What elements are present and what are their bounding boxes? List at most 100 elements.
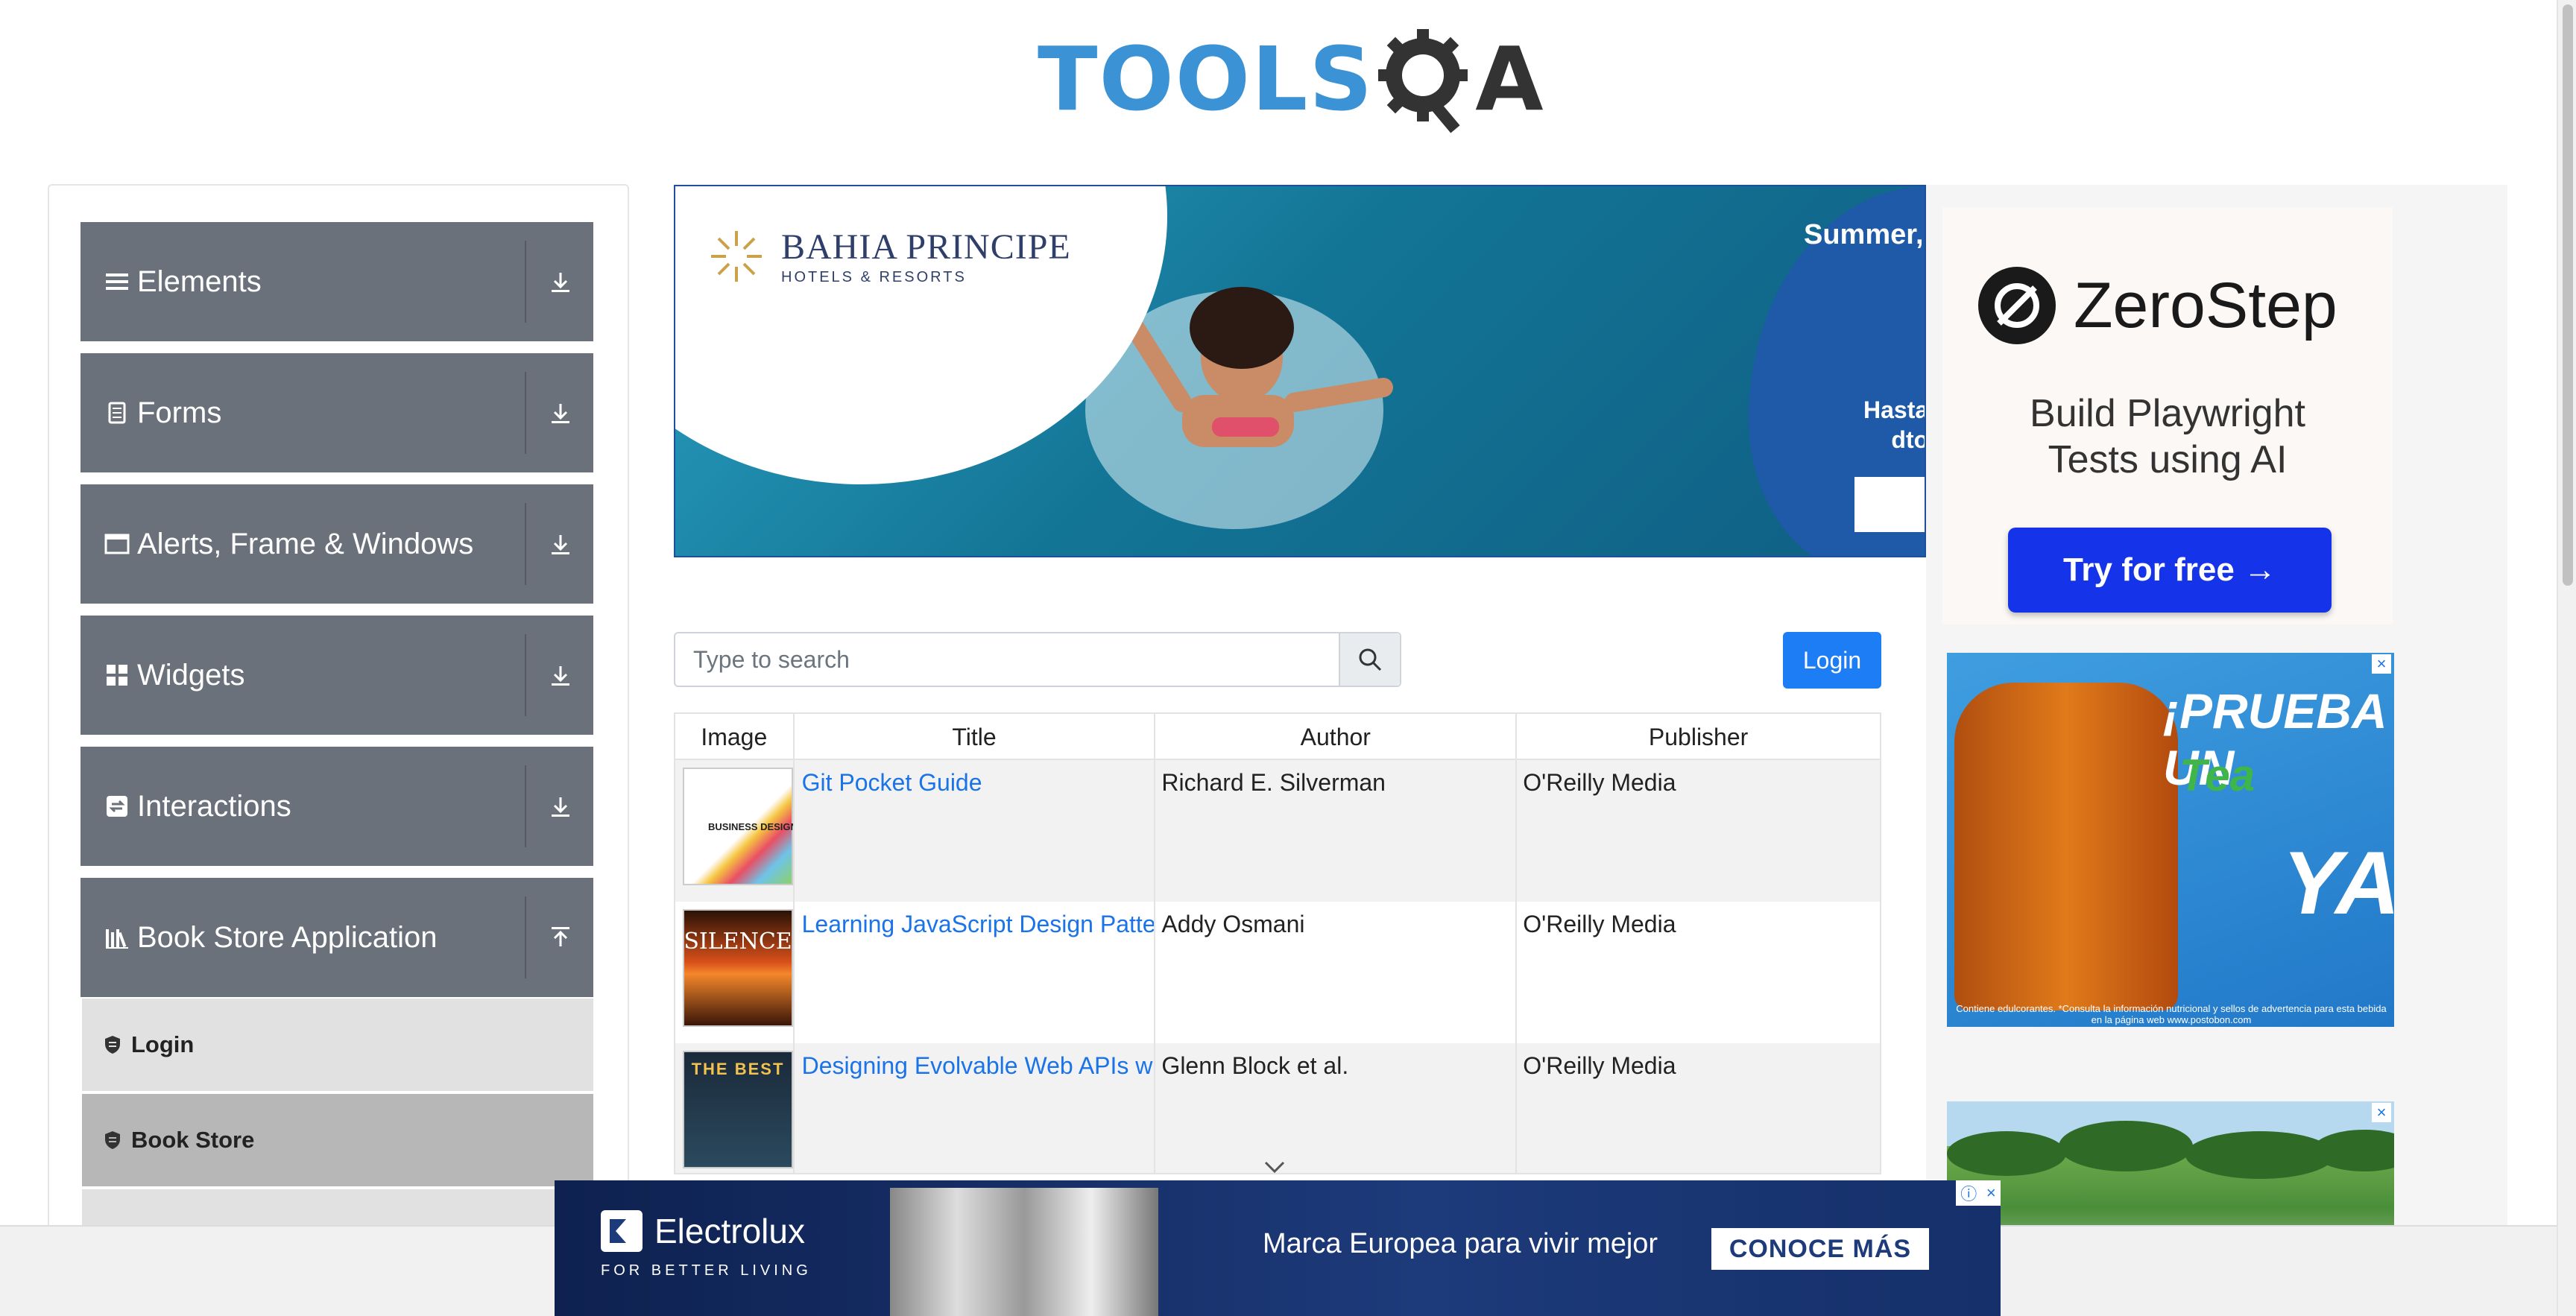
window-icon	[104, 531, 130, 557]
logo-tools-text: TOOLS	[1038, 28, 1374, 130]
refrigerator-image	[890, 1188, 1158, 1316]
shield-icon	[104, 1130, 121, 1150]
books-table: Image Title Author Publisher BUSINESS DE…	[674, 712, 1881, 1174]
close-icon[interactable]: ×	[2372, 1103, 2391, 1122]
sidebar-item-label: Book Store	[131, 1127, 255, 1153]
banner-brand: BAHIA PRINCIPE	[781, 227, 1071, 267]
sidebar-item-label: Login	[131, 1031, 195, 1057]
divider	[525, 765, 526, 847]
sidebar-group-alerts[interactable]: Alerts, Frame & Windows	[80, 484, 593, 604]
ad-choices-close[interactable]: ⓘ ×	[1956, 1180, 2001, 1206]
electrolux-sub: FOR BETTER LIVING	[601, 1262, 812, 1279]
scrollbar-thumb[interactable]	[2563, 4, 2573, 586]
toolsqa-logo[interactable]: TOOLS A	[1038, 19, 1544, 139]
sidebar-group-forms[interactable]: Forms	[80, 353, 593, 472]
shield-icon	[104, 1035, 121, 1054]
zerostep-icon	[1978, 267, 2056, 344]
arrow-down-icon[interactable]	[547, 531, 574, 557]
column-header-image[interactable]: Image	[675, 714, 795, 760]
banner-offer-line1: Hasta	[1863, 396, 1926, 423]
sidebar: Elements Forms Alerts, Frame & Windows W…	[48, 184, 629, 1302]
page-scrollbar[interactable]	[2557, 0, 2576, 1316]
prueba-tea-ad[interactable]: ¡PRUEBA UN Tea YA! Contiene edulcorantes…	[1947, 653, 2394, 1027]
book-publisher-cell: O'Reilly Media	[1523, 1052, 1676, 1079]
close-icon[interactable]: ×	[2372, 654, 2391, 674]
book-publisher-cell: O'Reilly Media	[1523, 911, 1676, 937]
book-title-link[interactable]: Learning JavaScript Design Patte	[802, 911, 1155, 937]
sidebar-item-login[interactable]: Login	[82, 999, 593, 1091]
bahia-principe-banner-ad[interactable]: BAHIA PRINCIPE HOTELS & RESORTS Summer, …	[674, 185, 1926, 557]
grid-icon	[104, 662, 130, 688]
sidebar-group-interactions[interactable]: Interactions	[80, 747, 593, 866]
book-title-cell: Learning JavaScript Design Patte	[795, 902, 1156, 1043]
book-author-cell: Addy Osmani	[1155, 902, 1518, 1043]
book-author-cell: Richard E. Silverman	[1155, 760, 1518, 902]
hamburger-icon	[104, 269, 130, 294]
search-input[interactable]	[675, 633, 1339, 686]
book-cover-image: BUSINESS DESIGN	[683, 768, 793, 885]
column-header-title[interactable]: Title	[795, 714, 1156, 760]
divider	[525, 241, 526, 323]
search-box	[674, 632, 1401, 687]
table-row: BUSINESS DESIGN Git Pocket Guide Richard…	[675, 760, 1880, 902]
sidebar-item-book-store[interactable]: Book Store	[82, 1094, 593, 1186]
book-publisher-cell: O'Reilly Media	[1523, 769, 1676, 796]
column-header-publisher[interactable]: Publisher	[1517, 714, 1880, 760]
zerostep-name: ZeroStep	[2074, 269, 2337, 341]
divider	[525, 896, 526, 978]
book-title-link[interactable]: Designing Evolvable Web APIs wi	[802, 1052, 1155, 1079]
book-cover-text: BUSINESS DESIGN	[708, 820, 795, 832]
book-title-cell: Git Pocket Guide	[795, 760, 1156, 902]
close-icon[interactable]: ×	[1986, 1183, 1996, 1203]
search-button[interactable]	[1339, 633, 1400, 686]
interactions-icon	[104, 794, 130, 819]
divider	[525, 372, 526, 454]
arrow-down-icon[interactable]	[547, 399, 574, 426]
zerostep-tagline-2: Tests using AI	[2048, 438, 2288, 481]
prueba-ad-fineprint: Contiene edulcorantes. *Consulta la info…	[1956, 1003, 2387, 1025]
divider	[525, 634, 526, 716]
sidebar-group-label: Alerts, Frame & Windows	[137, 527, 474, 560]
sidebar-group-label: Forms	[137, 396, 222, 429]
zerostep-tagline-1: Build Playwright	[2030, 392, 2305, 435]
tea-bottle-image	[1954, 683, 2178, 1010]
table-row: SILENCE Learning JavaScript Design Patte…	[675, 902, 1880, 1043]
banner-offer-text: Hasta dto	[1863, 395, 1926, 455]
table-row: THE BEST Designing Evolvable Web APIs wi…	[675, 1043, 1880, 1173]
prueba-ad-line3: YA!	[2282, 833, 2394, 933]
zerostep-tagline: Build Playwright Tests using AI	[1942, 390, 2393, 483]
arrow-down-icon[interactable]	[547, 268, 574, 295]
arrow-down-icon[interactable]	[547, 662, 574, 689]
electrolux-logo: Electrolux	[599, 1209, 805, 1253]
book-title-link[interactable]: Git Pocket Guide	[802, 769, 982, 796]
sidebar-group-widgets[interactable]: Widgets	[80, 616, 593, 735]
chevron-down-icon[interactable]	[1263, 1157, 1287, 1177]
book-cover-text: SILENCE	[684, 929, 792, 955]
bahia-principe-logo: BAHIA PRINCIPE HOTELS & RESORTS	[707, 227, 1071, 286]
sidebar-group-book-store-application[interactable]: Book Store Application	[80, 878, 593, 997]
page: TOOLS A Elements Forms Alerts, Frame & W…	[0, 0, 2576, 1316]
book-cover-cell: SILENCE	[675, 902, 795, 1043]
sidebar-group-elements[interactable]: Elements	[80, 222, 593, 341]
arrow-up-icon[interactable]	[547, 924, 574, 951]
gear-magnifier-icon	[1378, 23, 1475, 135]
electrolux-bottom-ad[interactable]: Electrolux FOR BETTER LIVING Marca Europ…	[555, 1180, 2001, 1316]
search-icon	[1359, 648, 1382, 671]
zerostep-ad[interactable]: ZeroStep Build Playwright Tests using AI…	[1942, 207, 2393, 624]
zerostep-cta-button[interactable]: Try for free →	[2008, 528, 2332, 613]
book-author-cell: Glenn Block et al.	[1155, 1043, 1518, 1173]
sidebar-group-label: Book Store Application	[137, 920, 438, 954]
book-cover-cell: THE BEST	[675, 1043, 795, 1173]
arrow-down-icon[interactable]	[547, 793, 574, 820]
banner-headline: Summer,	[1804, 219, 1924, 250]
book-cover-image: SILENCE	[683, 909, 793, 1027]
banner-brand-sub: HOTELS & RESORTS	[781, 269, 967, 285]
library-icon	[104, 925, 130, 950]
info-icon[interactable]: ⓘ	[1960, 1181, 1977, 1205]
column-header-author[interactable]: Author	[1155, 714, 1518, 760]
zerostep-logo: ZeroStep	[1977, 265, 2337, 346]
sidebar-group-label: Elements	[137, 265, 262, 298]
login-button[interactable]: Login	[1783, 632, 1881, 689]
banner-cta-button[interactable]: R	[1852, 474, 1925, 535]
electrolux-cta-button[interactable]: CONOCE MÁS	[1711, 1228, 1929, 1270]
